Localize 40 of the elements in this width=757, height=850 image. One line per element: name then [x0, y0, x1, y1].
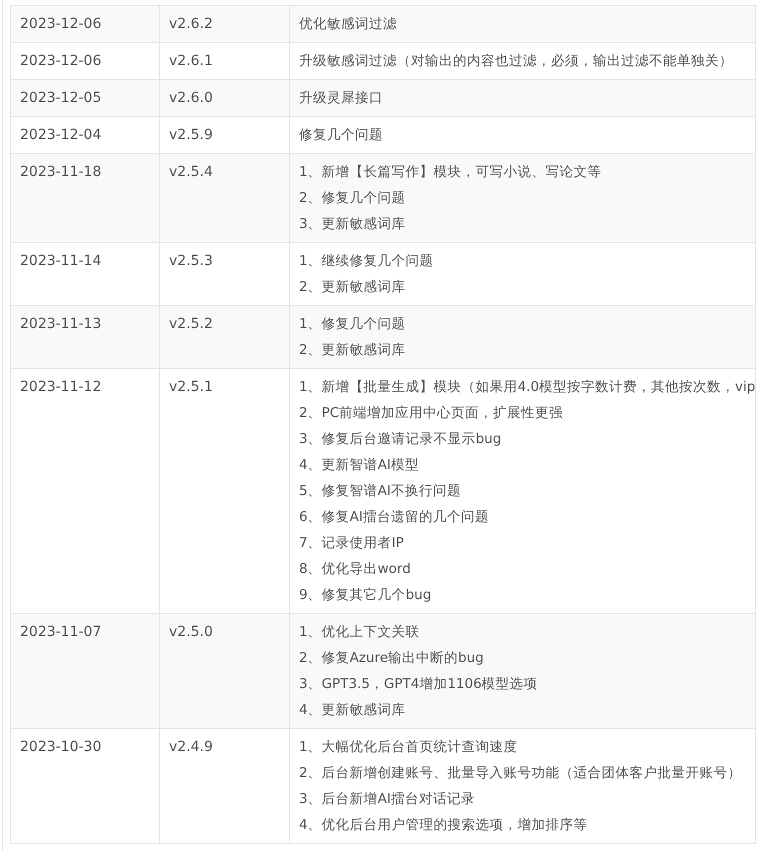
version-cell: v2.5.2 [160, 306, 290, 368]
change-item: 1、修复几个问题 [299, 315, 407, 334]
version-cell: v2.6.2 [160, 6, 290, 42]
change-item: 1、优化上下文关联 [299, 623, 421, 642]
date-cell: 2023-10-30 [10, 728, 160, 844]
change-item: 3、后台新增AI擂台对话记录 [299, 790, 476, 809]
change-item: 9、修复其它几个bug [299, 586, 432, 605]
change-item: 7、记录使用者IP [299, 534, 405, 553]
date-cell: 2023-12-05 [10, 80, 160, 116]
change-item: 3、修复后台邀请记录不显示bug [299, 430, 502, 449]
change-item: 2、修复Azure输出中断的bug [299, 649, 485, 668]
change-item: 1、大幅优化后台首页统计查询速度 [299, 738, 519, 757]
change-item: 5、修复智谱AI不换行问题 [299, 482, 462, 501]
change-item: 1、新增【批量生成】模块（如果用4.0模型按字数计费，其他按次数，vip [299, 378, 753, 397]
change-item: 修复几个问题 [299, 126, 384, 145]
change-item: 8、优化导出word [299, 560, 412, 579]
change-item: 3、GPT3.5，GPT4增加1106模型选项 [299, 675, 539, 694]
date-cell: 2023-11-13 [10, 306, 160, 368]
change-item: 2、修复几个问题 [299, 189, 407, 208]
change-item: 1、继续修复几个问题 [299, 252, 435, 271]
change-item: 优化敏感词过滤 [299, 15, 398, 34]
date-cell: 2023-11-07 [10, 614, 160, 728]
version-cell: v2.5.0 [160, 614, 290, 728]
change-item: 升级敏感词过滤（对输出的内容也过滤，必须，输出过滤不能单独关） [299, 52, 734, 71]
change-item: 升级灵犀接口 [299, 89, 384, 108]
change-item: 1、新增【长篇写作】模块，可写小说、写论文等 [299, 163, 603, 182]
version-cell: v2.6.0 [160, 80, 290, 116]
change-item: 2、更新敏感词库 [299, 341, 407, 360]
change-item: 4、更新敏感词库 [299, 701, 407, 720]
version-cell: v2.5.4 [160, 154, 290, 242]
change-item: 6、修复AI擂台遗留的几个问题 [299, 508, 490, 527]
date-cell: 2023-11-18 [10, 154, 160, 242]
change-item: 3、更新敏感词库 [299, 215, 407, 234]
date-cell: 2023-12-06 [10, 6, 160, 42]
version-cell: v2.4.9 [160, 728, 290, 844]
change-item: 4、优化后台用户管理的搜索选项，增加排序等 [299, 816, 589, 835]
change-item: 4、更新智谱AI模型 [299, 456, 420, 475]
change-item: 2、后台新增创建账号、批量导入账号功能（适合团体客户批量开账号） [299, 764, 743, 783]
change-item: 2、更新敏感词库 [299, 278, 407, 297]
change-item: 2、PC前端增加应用中心页面，扩展性更强 [299, 404, 564, 423]
